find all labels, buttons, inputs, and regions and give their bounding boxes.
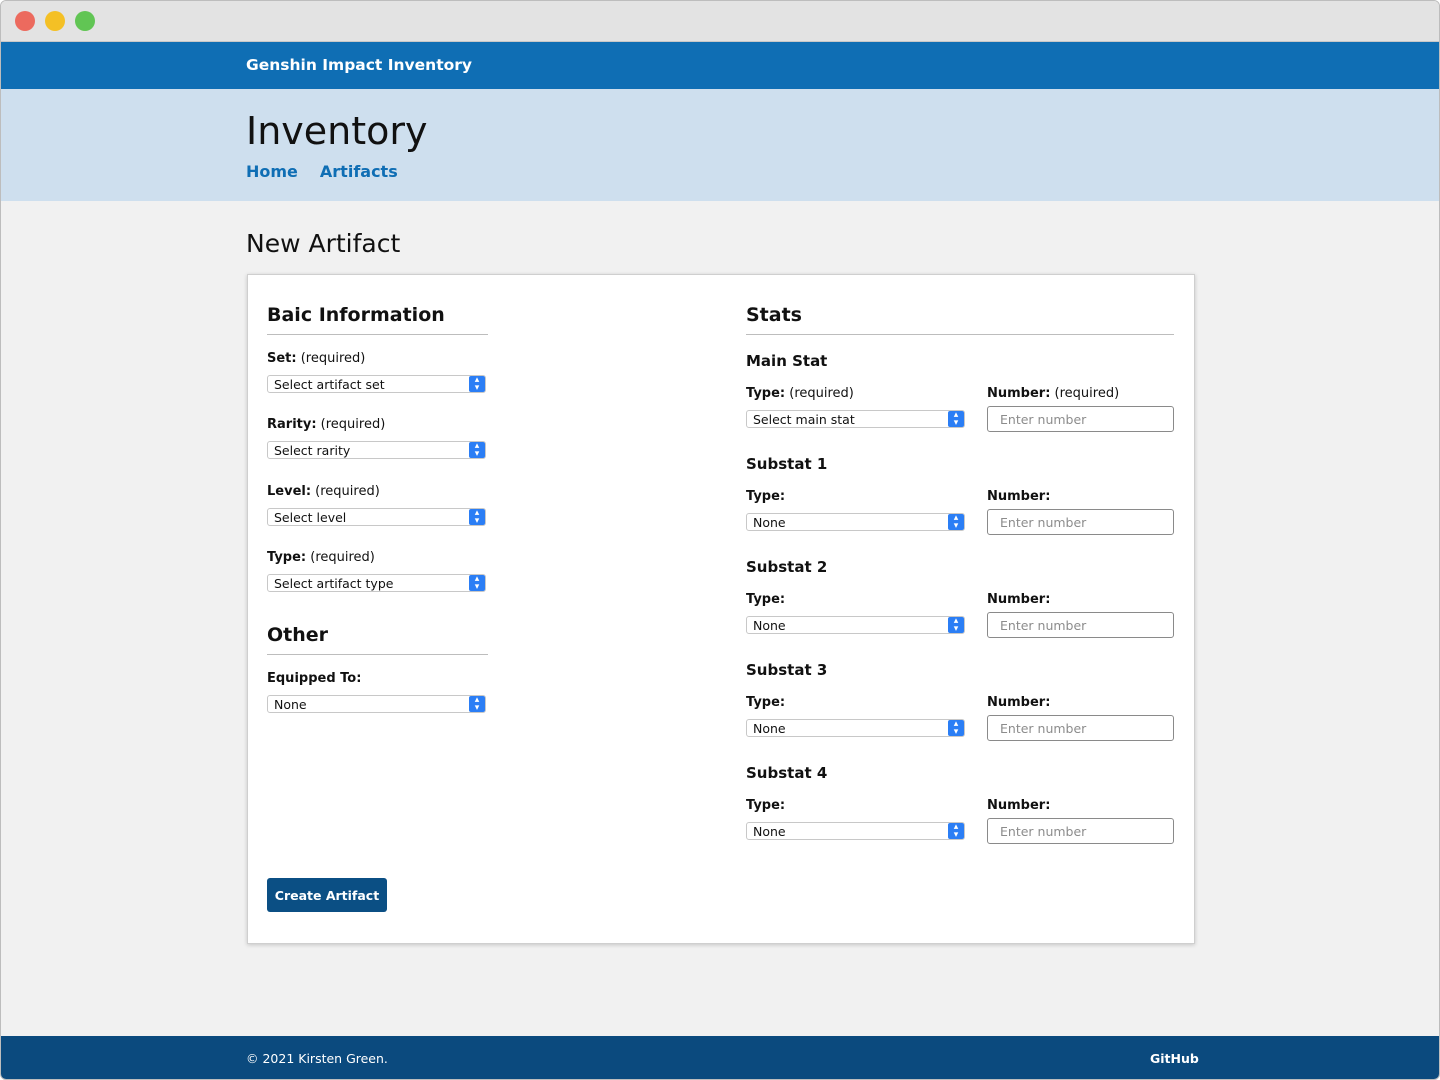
substat-3-type-select[interactable]: None ▴ ▾ [746, 719, 965, 737]
nav-home-link[interactable]: Home [246, 162, 298, 181]
github-link[interactable]: GitHub [1150, 1051, 1199, 1066]
select-chevron-icon: ▴ ▾ [469, 696, 485, 713]
substat-3-heading: Substat 3 [746, 661, 828, 679]
substat-2-type-label: Type: [746, 592, 786, 607]
select-chevron-icon: ▴ ▾ [948, 720, 964, 737]
select-chevron-icon: ▴ ▾ [948, 514, 964, 531]
substat-3-number-label: Number: [987, 695, 1051, 710]
substat-2-number-label: Number: [987, 592, 1051, 607]
browser-window: Genshin Impact Inventory Inventory Home … [0, 0, 1440, 1080]
substat-2-number-input[interactable] [987, 612, 1174, 638]
select-chevron-icon: ▴ ▾ [469, 376, 485, 393]
select-chevron-icon: ▴ ▾ [469, 575, 485, 592]
select-chevron-icon: ▴ ▾ [469, 442, 485, 459]
artifact-type-label: Type: (required) [267, 550, 375, 565]
close-window-button[interactable] [15, 11, 35, 31]
set-label: Set: (required) [267, 351, 366, 366]
substat-1-number-label: Number: [987, 489, 1051, 504]
main-stat-heading: Main Stat [746, 352, 828, 370]
main-stat-type-select[interactable]: Select main stat ▴ ▾ [746, 410, 965, 428]
main-nav: Home Artifacts [246, 162, 398, 181]
select-chevron-icon: ▴ ▾ [469, 509, 485, 526]
level-select[interactable]: Select level ▴ ▾ [267, 508, 486, 526]
stats-heading: Stats [746, 304, 1174, 335]
select-chevron-icon: ▴ ▾ [948, 823, 964, 840]
substat-4-number-label: Number: [987, 798, 1051, 813]
main-stat-number-label: Number: (required) [987, 386, 1120, 401]
page-title: New Artifact [246, 229, 401, 258]
footer: © 2021 Kirsten Green. GitHub [1, 1036, 1439, 1079]
equipped-to-label: Equipped To: [267, 671, 362, 686]
minimize-window-button[interactable] [45, 11, 65, 31]
level-label: Level: (required) [267, 484, 380, 499]
substat-1-type-select[interactable]: None ▴ ▾ [746, 513, 965, 531]
maximize-window-button[interactable] [75, 11, 95, 31]
substat-1-type-label: Type: [746, 489, 786, 504]
copyright-text: © 2021 Kirsten Green. [246, 1051, 388, 1066]
substat-3-type-label: Type: [746, 695, 786, 710]
create-artifact-button[interactable]: Create Artifact [267, 878, 387, 912]
substat-4-type-select[interactable]: None ▴ ▾ [746, 822, 965, 840]
select-chevron-icon: ▴ ▾ [948, 411, 964, 428]
substat-3-number-input[interactable] [987, 715, 1174, 741]
top-navbar: Genshin Impact Inventory [1, 42, 1439, 89]
equipped-to-select[interactable]: None ▴ ▾ [267, 695, 486, 713]
substat-4-number-input[interactable] [987, 818, 1174, 844]
artifact-type-select[interactable]: Select artifact type ▴ ▾ [267, 574, 486, 592]
substat-4-heading: Substat 4 [746, 764, 828, 782]
substat-4-type-label: Type: [746, 798, 786, 813]
set-select[interactable]: Select artifact set ▴ ▾ [267, 375, 486, 393]
main-stat-type-label: Type: (required) [746, 386, 854, 401]
other-heading: Other [267, 624, 488, 655]
rarity-label: Rarity: (required) [267, 417, 386, 432]
substat-1-heading: Substat 1 [746, 455, 828, 473]
select-chevron-icon: ▴ ▾ [948, 617, 964, 634]
rarity-select[interactable]: Select rarity ▴ ▾ [267, 441, 486, 459]
substat-1-number-input[interactable] [987, 509, 1174, 535]
main-stat-number-input[interactable] [987, 406, 1174, 432]
nav-artifacts-link[interactable]: Artifacts [320, 162, 398, 181]
brand-link[interactable]: Genshin Impact Inventory [246, 56, 472, 74]
basic-info-heading: Baic Information [267, 304, 488, 335]
app-title: Inventory [246, 109, 428, 153]
substat-2-type-select[interactable]: None ▴ ▾ [746, 616, 965, 634]
window-titlebar [1, 1, 1439, 42]
substat-2-heading: Substat 2 [746, 558, 828, 576]
page-header: Inventory Home Artifacts [1, 89, 1439, 201]
artifact-form: Baic Information Set: (required) Select … [247, 274, 1195, 944]
